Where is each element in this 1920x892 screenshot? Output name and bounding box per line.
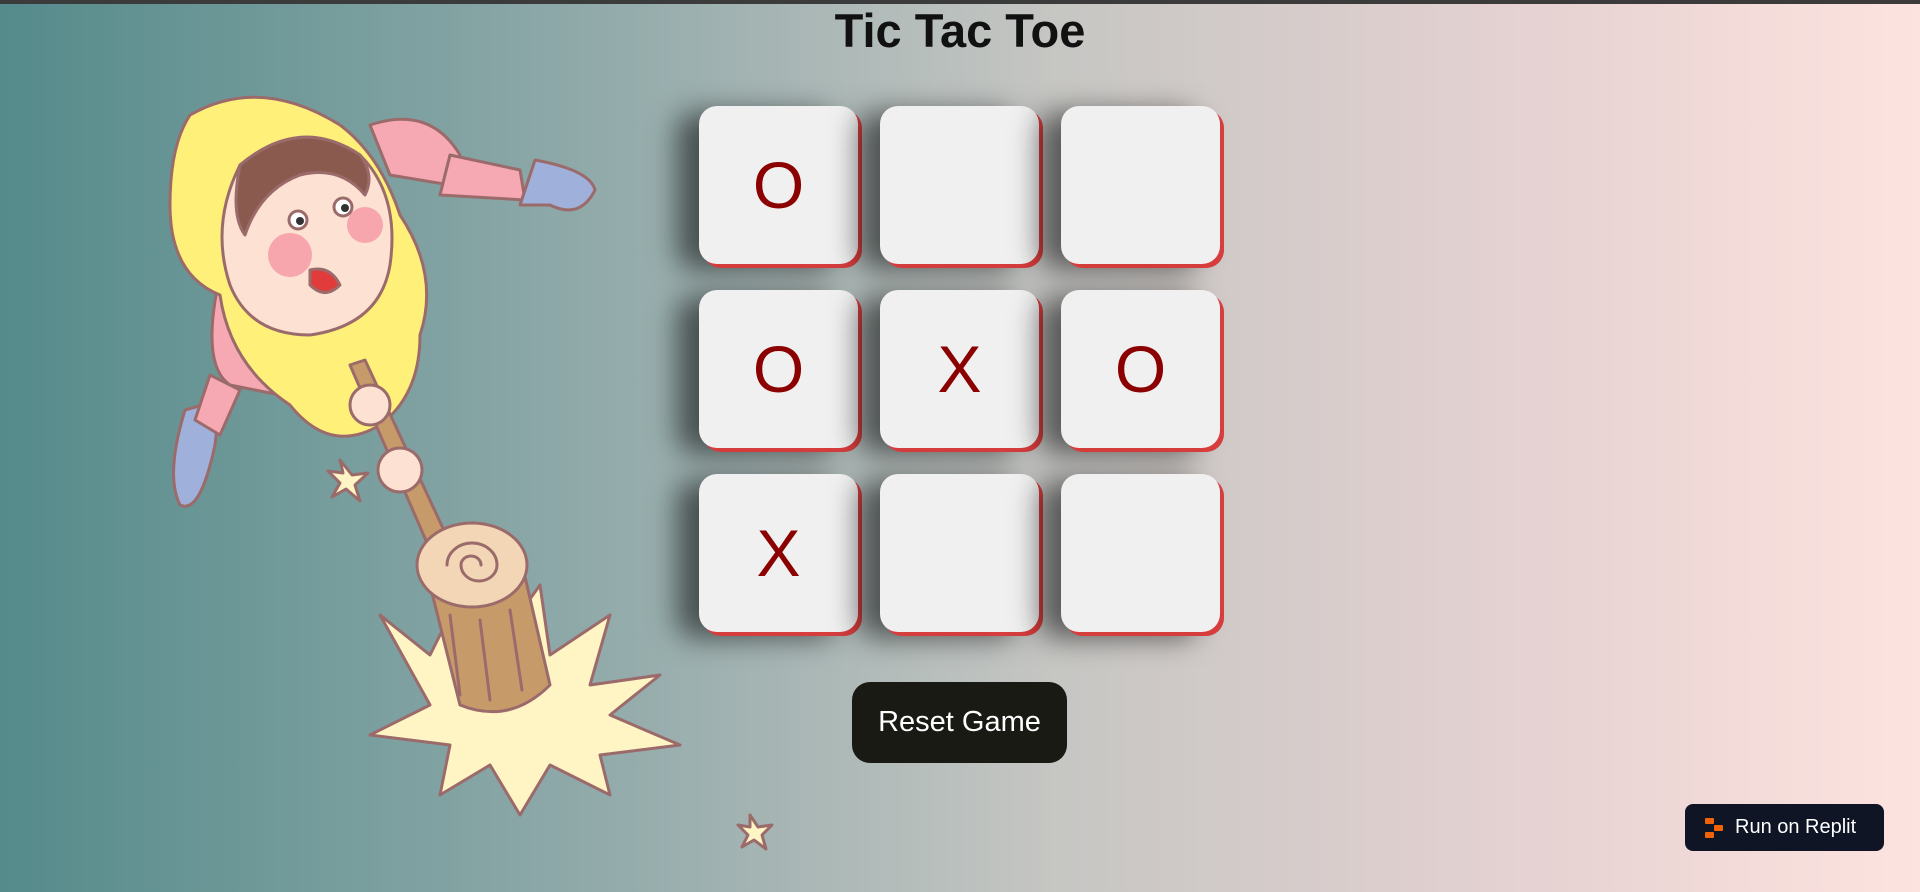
run-on-replit-button[interactable]: Run on Replit (1685, 804, 1884, 851)
board-cell-8[interactable] (880, 474, 1039, 632)
game-board: O O X O X (699, 106, 1220, 632)
reset-game-button[interactable]: Reset Game (852, 682, 1067, 763)
board-cell-4[interactable]: O (699, 290, 858, 448)
board-cell-6[interactable]: O (1061, 290, 1220, 448)
run-on-replit-label: Run on Replit (1735, 816, 1857, 838)
board-cell-9[interactable] (1061, 474, 1220, 632)
board-cell-3[interactable] (1061, 106, 1220, 264)
board-cell-5[interactable]: X (880, 290, 1039, 448)
cartoon-man-with-mallet (168, 95, 774, 851)
board-cell-7[interactable]: X (699, 474, 858, 632)
replit-logo-icon (1705, 817, 1723, 838)
board-cell-1[interactable]: O (699, 106, 858, 264)
board-cell-2[interactable] (880, 106, 1039, 264)
page-title: Tic Tac Toe (834, 4, 1086, 57)
